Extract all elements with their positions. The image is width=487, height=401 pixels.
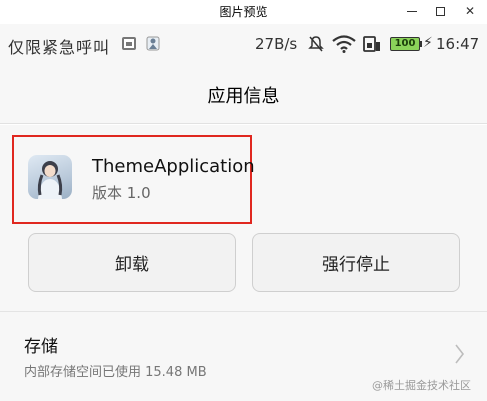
app-character-illustration-icon (37, 161, 63, 199)
minimize-icon (407, 10, 417, 12)
page-title: 应用信息 (207, 86, 280, 107)
battery-tip (420, 41, 422, 47)
sim-card-icon (363, 36, 380, 52)
uninstall-button[interactable]: 卸载 (28, 233, 236, 292)
section-divider (0, 311, 487, 312)
maximize-icon (435, 6, 445, 16)
charging-icon: ⚡ (423, 35, 433, 51)
minimize-button[interactable] (397, 0, 427, 22)
app-version: 版本 1.0 (92, 184, 151, 202)
watermark: @稀土掘金技术社区 (372, 379, 471, 392)
window-titlebar: 图片预览 ✕ (0, 0, 487, 24)
app-notification-icon (146, 36, 160, 51)
force-stop-button[interactable]: 强行停止 (252, 233, 460, 292)
storage-title: 存储 (24, 337, 58, 357)
close-icon: ✕ (464, 4, 476, 18)
app-summary-highlighted: ThemeApplication 版本 1.0 (12, 135, 255, 224)
clock: 16:47 (436, 35, 480, 53)
wifi-icon (332, 35, 356, 53)
storage-usage: 内部存储空间已使用 15.48 MB (24, 365, 207, 380)
page-header: 应用信息 (0, 64, 487, 124)
chevron-right-icon (455, 344, 465, 364)
app-name: ThemeApplication (92, 156, 255, 177)
image-notification-icon (122, 37, 136, 50)
close-button[interactable]: ✕ (455, 0, 485, 22)
maximize-button[interactable] (425, 0, 455, 22)
battery-indicator: 100 (390, 37, 420, 51)
network-speed: 27B/s (255, 35, 298, 53)
app-icon (28, 155, 72, 199)
carrier-status-text: 仅限紧急呼叫 (8, 38, 111, 57)
status-bar: 仅限紧急呼叫 27B/s 100 ⚡ 16:47 (0, 24, 487, 64)
app-info-content: ThemeApplication 版本 1.0 卸载 强行停止 存储 内部存储空… (0, 125, 487, 401)
mute-icon (308, 36, 324, 52)
